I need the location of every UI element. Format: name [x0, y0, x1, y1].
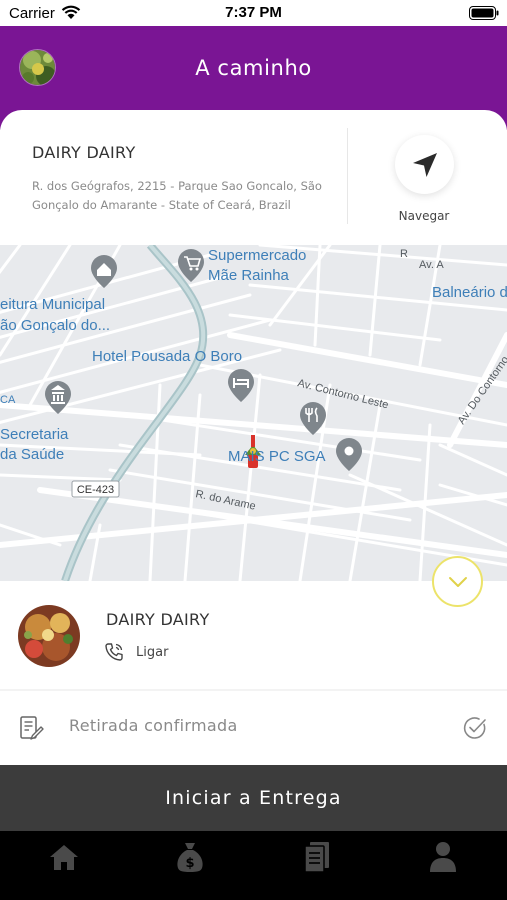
navigation-arrow-icon	[412, 152, 437, 177]
map-label: Hotel Pousada O Boro	[92, 348, 242, 365]
call-label: Ligar	[136, 644, 169, 660]
courier-panel: DAIRY DAIRY Ligar	[0, 581, 507, 691]
tab-earnings[interactable]: $	[170, 839, 210, 875]
courier-name: DAIRY DAIRY	[106, 610, 210, 629]
battery-icon	[469, 6, 499, 20]
money-bag-icon: $	[177, 843, 203, 872]
map-label: R	[400, 248, 408, 260]
navigate-label[interactable]: Navegar	[374, 209, 474, 223]
map-canvas: Supermercado Mãe Rainha Balneário do eit…	[0, 245, 507, 581]
start-delivery-label: Iniciar a Entrega	[165, 787, 342, 809]
tab-bar: $	[0, 831, 507, 900]
map-label: Supermercado	[208, 247, 306, 264]
check-circle-icon	[463, 717, 486, 739]
profile-icon	[430, 842, 456, 872]
map-label: Av. A	[419, 259, 444, 271]
tab-profile[interactable]	[423, 839, 463, 875]
collapse-map-button[interactable]	[432, 556, 483, 607]
start-delivery-button[interactable]: Iniciar a Entrega	[0, 765, 507, 831]
receipts-icon	[304, 842, 329, 873]
pickup-status-row: Retirada confirmada	[0, 691, 507, 765]
svg-text:$: $	[185, 856, 194, 871]
tab-home[interactable]	[44, 839, 84, 875]
map-view[interactable]: Supermercado Mãe Rainha Balneário do eit…	[0, 245, 507, 581]
map-label: Mãe Rainha	[208, 267, 290, 284]
call-button[interactable]: Ligar	[104, 641, 168, 663]
map-label: eitura Municipal	[0, 296, 105, 313]
map-label: Balneário do	[432, 284, 507, 301]
store-name: DAIRY DAIRY	[32, 143, 136, 162]
chevron-down-icon	[448, 576, 467, 587]
courier-photo	[18, 605, 80, 667]
navigate-button[interactable]	[395, 135, 454, 194]
clock: 7:37 PM	[225, 4, 282, 21]
divider	[347, 128, 348, 224]
pickup-status-text: Retirada confirmada	[69, 716, 238, 735]
document-edit-icon	[20, 716, 44, 740]
map-label: Secretaria	[0, 426, 69, 443]
route-badge: CE-423	[71, 480, 120, 498]
tab-orders[interactable]	[297, 839, 337, 875]
map-label: MAIS PC SGA	[228, 448, 326, 465]
status-bar: Carrier 7:37 PM	[0, 0, 507, 26]
home-icon	[50, 845, 78, 870]
svg-text:CE-423: CE-423	[77, 484, 114, 496]
phone-icon	[105, 643, 123, 661]
page-title: A caminho	[195, 56, 312, 80]
map-label: CA	[0, 394, 16, 406]
store-address: R. dos Geógrafos, 2215 - Parque Sao Gonc…	[32, 179, 322, 212]
destination-card: DAIRY DAIRY R. dos Geógrafos, 2215 - Par…	[0, 110, 507, 245]
food-image	[18, 605, 80, 667]
map-label: ão Gonçalo do...	[0, 317, 110, 334]
map-label: da Saúde	[0, 446, 64, 463]
